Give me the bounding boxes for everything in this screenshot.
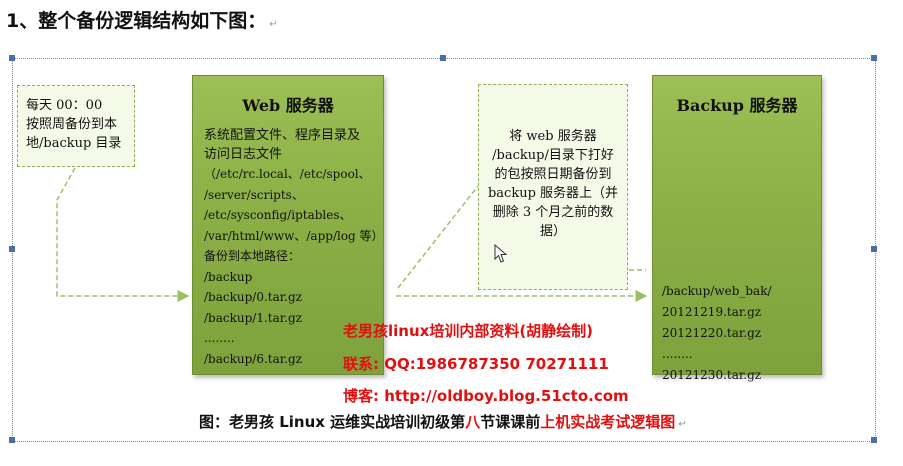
transfer-line: /backup/目录下打好 bbox=[492, 148, 614, 163]
web-path-line: /var/html/www、/app/log 等） bbox=[204, 228, 384, 243]
backup-server-title: Backup 服务器 bbox=[676, 96, 798, 115]
web-path-line: /server/scripts、 bbox=[204, 187, 304, 202]
figure-caption: 图：老男孩 Linux 运维实战培训初级第八节课课前上机实战考试逻辑图 ↵ bbox=[199, 411, 687, 432]
backup-file-line: /backup/web_bak/ bbox=[662, 284, 772, 298]
watermark-line: 老男孩linux培训内部资料(胡静绘制) bbox=[343, 322, 594, 340]
schedule-line: 每天 00：00 bbox=[26, 98, 103, 113]
web-path-line: /backup bbox=[204, 269, 253, 284]
caption-prefix: 图：老男孩 Linux 运维实战培训初级第 bbox=[199, 413, 466, 431]
caption-middle: 节课课前 bbox=[480, 413, 541, 431]
backup-server-box: Backup 服务器 /backup/web_bak/ 20121219.tar… bbox=[652, 75, 822, 382]
arrow-transfer-pointer bbox=[397, 185, 479, 289]
schedule-line: 按照周备份到本 bbox=[26, 117, 118, 132]
web-server-title: Web 服务器 bbox=[242, 96, 334, 115]
web-path-line: /etc/sysconfig/iptables、 bbox=[204, 208, 352, 222]
schedule-note: 每天 00：00 按照周备份到本 地/backup 目录 bbox=[17, 85, 135, 167]
caption-highlight: 上机实战考试逻辑图 bbox=[540, 413, 676, 431]
watermark-line: 联系: QQ:1986787350 70271111 bbox=[343, 355, 609, 373]
web-path-line: 备份到本地路径： bbox=[204, 249, 301, 263]
transfer-line: 删除 3 个月之前的数 bbox=[492, 205, 614, 220]
paragraph-mark-icon: ↵ bbox=[678, 419, 687, 430]
web-path-line: （/etc/rc.local、/etc/spool、 bbox=[204, 167, 371, 181]
backup-file-line: ........ bbox=[662, 347, 693, 361]
backup-file-line: 20121219.tar.gz bbox=[662, 305, 762, 319]
arrow-schedule-to-web bbox=[56, 167, 190, 302]
caption-highlight: 八 bbox=[465, 413, 481, 431]
web-desc-line: 系统配置文件、程序目录及 bbox=[204, 128, 361, 143]
schedule-line: 地/backup 目录 bbox=[26, 136, 122, 151]
mouse-cursor-icon bbox=[494, 244, 508, 263]
web-path-line: /backup/0.tar.gz bbox=[204, 290, 302, 304]
transfer-line: 将 web 服务器 bbox=[509, 129, 597, 144]
transfer-line: 据） bbox=[539, 224, 566, 239]
transfer-line: 的包按照日期备份到 bbox=[494, 167, 612, 182]
watermark-line: 博客: http://oldboy.blog.51cto.com bbox=[343, 387, 629, 405]
web-desc-line: 访问日志文件 bbox=[204, 147, 283, 162]
transfer-line: backup 服务器上（并 bbox=[487, 186, 619, 201]
backup-file-line: 20121220.tar.gz bbox=[662, 326, 762, 340]
backup-file-line: 20121230.tar.gz bbox=[662, 368, 762, 382]
